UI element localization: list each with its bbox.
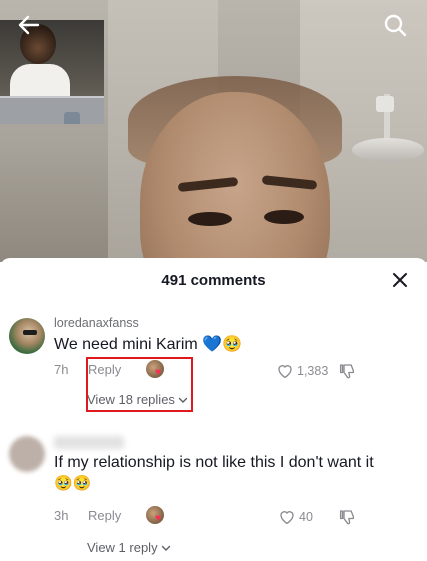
- comment-emojis: 🥹🥹: [54, 475, 92, 492]
- shower-head: [352, 138, 424, 162]
- like-button[interactable]: 1,383: [276, 362, 328, 380]
- avatar-sunglasses: [23, 330, 37, 335]
- comment-text: If my relationship is not like this I do…: [54, 454, 374, 471]
- back-button[interactable]: [14, 10, 44, 40]
- creator-liked-badge: ♥: [146, 506, 164, 524]
- arrow-left-icon: [18, 15, 40, 35]
- comment-username[interactable]: [54, 436, 124, 449]
- like-count: 40: [299, 510, 313, 524]
- close-icon: [393, 273, 407, 287]
- chevron-down-icon: [161, 545, 170, 551]
- eye: [264, 210, 304, 224]
- comments-count-title: 491 comments: [161, 272, 266, 289]
- reply-button[interactable]: Reply: [88, 508, 121, 523]
- view-replies-button[interactable]: View 1 reply: [87, 540, 171, 555]
- like-count: 1,383: [297, 364, 329, 378]
- comment-username[interactable]: loredanaxfanss: [54, 316, 139, 330]
- close-button[interactable]: [390, 270, 410, 290]
- shower-mount: [376, 96, 394, 112]
- like-button[interactable]: 40: [278, 508, 313, 526]
- comments-sheet: 491 comments loredanaxfanss We need mini…: [0, 258, 427, 561]
- heart-outline-icon: [280, 511, 294, 525]
- eye: [188, 212, 232, 226]
- dislike-icon[interactable]: [338, 362, 356, 380]
- view-replies-label: View 1 reply: [87, 540, 158, 555]
- video-player[interactable]: [0, 0, 427, 262]
- comment-time: 3h: [54, 508, 69, 523]
- heart-icon: ♥: [155, 513, 161, 524]
- comment-text: We need mini Karim 💙🥹: [54, 336, 243, 353]
- search-button[interactable]: [380, 10, 410, 40]
- search-icon: [384, 14, 407, 37]
- avatar[interactable]: [9, 318, 45, 354]
- comment-time: 7h: [54, 362, 69, 377]
- pip-laptop: [0, 96, 104, 124]
- heart-outline-icon: [278, 365, 292, 379]
- avatar[interactable]: [9, 436, 45, 472]
- dislike-icon[interactable]: [338, 508, 356, 526]
- highlight-annotation-box: [86, 357, 193, 412]
- laptop-logo: [64, 112, 80, 124]
